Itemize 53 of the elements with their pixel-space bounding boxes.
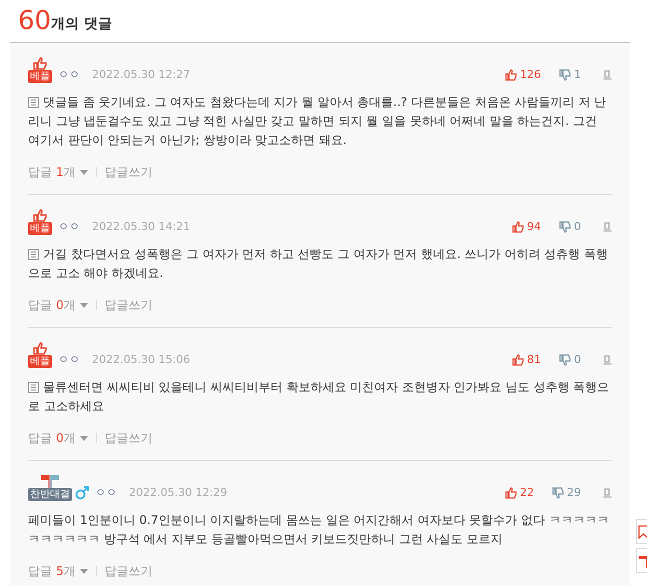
thumbs-up-icon: [512, 354, 524, 366]
comment-date: 2022.05.30 12:29: [129, 485, 228, 501]
like-button[interactable]: 22: [505, 485, 534, 501]
comment-date: 2022.05.30 12:27: [92, 67, 190, 83]
thumbs-down-icon: [559, 354, 571, 366]
author-name[interactable]: ㅇㅇ: [58, 352, 80, 368]
dislike-button[interactable]: 29: [552, 485, 581, 501]
caret-icon: [80, 568, 88, 574]
replies-toggle[interactable]: 답글 0개: [28, 430, 88, 446]
memo-icon: [28, 249, 39, 260]
thumbs-up-icon: [505, 487, 517, 499]
thumbs-up-icon: [505, 69, 517, 81]
write-reply-link[interactable]: 답글쓰기: [104, 563, 153, 579]
caret-icon: [80, 170, 88, 174]
like-button[interactable]: 126: [505, 67, 541, 83]
thumbs-up-icon: [512, 221, 524, 233]
dislike-button[interactable]: 1: [559, 67, 581, 83]
write-reply-link[interactable]: 답글쓰기: [104, 297, 153, 313]
like-button[interactable]: 81: [512, 352, 541, 368]
best-badge: 베플: [28, 355, 52, 368]
author-name[interactable]: ㅇㅇ: [58, 67, 80, 83]
thumbs-up-icon: [33, 57, 47, 70]
author-name[interactable]: ㅇㅇ: [58, 219, 80, 235]
thumbs-up-icon: [33, 209, 47, 222]
comment-date: 2022.05.30 15:06: [92, 352, 190, 368]
comment-text: 댓글들 좀 웃기네요. 그 여자도 첨왔다는데 지가 뭘 알아서 총대를..? 다른분들은 처음온 사람들끼리 저 난리니 그냥 냅둔걸수도 있고 그냥 적힌 사실만 갖고 말하면 되지 뭘 일을 못하네 어쩌네 말을 하는건지. 그건 여기서 판단이 안되는거 아닌가; 쌍방이라 맞고소하면 돼요.: [28, 94, 608, 149]
debate-badge: 찬반대결: [28, 488, 72, 501]
author-name[interactable]: ㅇㅇ: [95, 485, 117, 501]
write-reply-link[interactable]: 답글쓰기: [104, 430, 153, 446]
comment-text: 물류센터면 씨씨티비 있을테니 씨씨티비부터 확보하세요 미친여자 조현병자 인가봐요 님도 성추행 폭행으로 고소하세요: [28, 379, 610, 415]
memo-icon: [28, 97, 39, 108]
thumbs-down-icon: [559, 69, 571, 81]
comment-text: 페미들이 1인분이니 0.7인분이니 이지랄하는데 몸쓰는 일은 어지간해서 여자보다 못할수가 없다 ㅋㅋㅋㅋㅋㅋㅋㅋㅋㅋㅋ 방구석 에서 지부모 등골빨아먹으면서 키보드짓만하니 그런 사실도 모르지: [28, 512, 610, 548]
write-reply-link[interactable]: 답글쓰기: [104, 164, 153, 180]
comment-count: 60: [18, 6, 52, 36]
thumbs-down-icon: [559, 221, 571, 233]
flags-icon: [38, 474, 62, 488]
like-button[interactable]: 94: [512, 219, 541, 235]
memo-icon: [28, 382, 39, 393]
best-badge: 베플: [28, 222, 52, 235]
replies-toggle[interactable]: 답글 0개: [28, 297, 88, 313]
comment-date: 2022.05.30 14:21: [92, 219, 190, 235]
caret-icon: [80, 302, 88, 308]
thumbs-up-icon: [33, 342, 47, 355]
dislike-button[interactable]: 0: [559, 352, 581, 368]
dislike-button[interactable]: 0: [559, 219, 581, 235]
replies-toggle[interactable]: 답글 1개: [28, 164, 88, 180]
caret-icon: [80, 436, 88, 440]
comments-heading: 개의 댓글: [51, 15, 112, 34]
best-badge: 베플: [28, 70, 52, 83]
comment-text: 거길 찼다면서요 성폭행은 그 여자가 먼저 하고 선빵도 그 여자가 먼저 했네요. 쓰니가 어히려 성츄행 폭행으로 고소 해야 하겠네요.: [28, 246, 610, 282]
replies-toggle[interactable]: 답글 5개: [28, 563, 88, 579]
thumbs-down-icon: [552, 487, 564, 499]
